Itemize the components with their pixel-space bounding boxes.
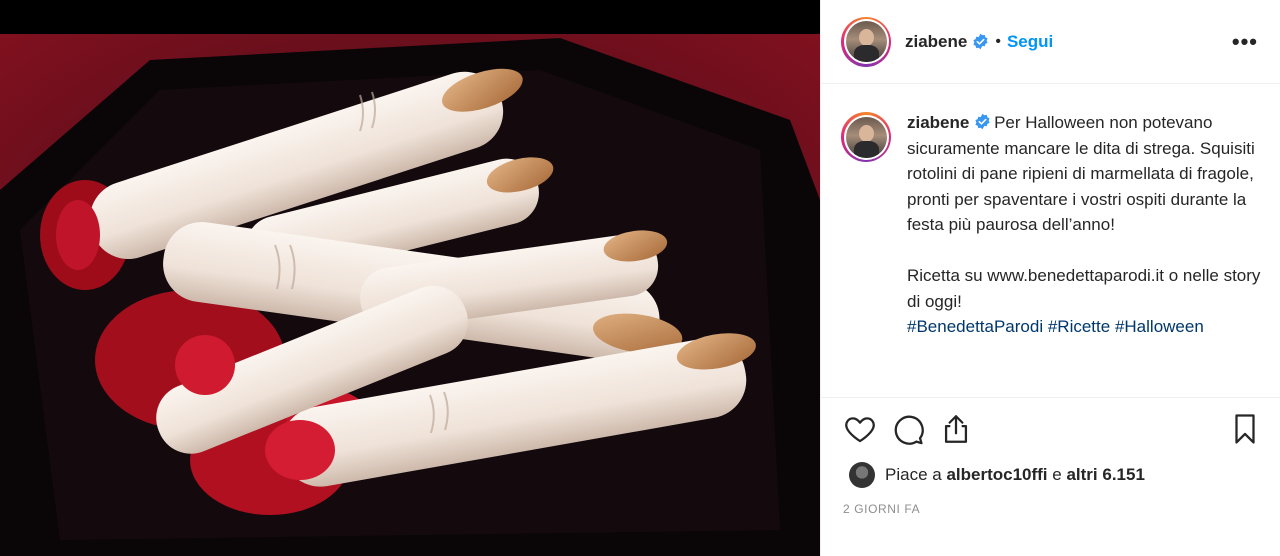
verified-badge-icon bbox=[973, 33, 988, 50]
hashtag-link[interactable]: #Halloween bbox=[1115, 317, 1204, 336]
hashtag-link[interactable]: #BenedettaParodi bbox=[907, 317, 1043, 336]
heart-icon[interactable] bbox=[843, 412, 877, 446]
hashtag-list: #BenedettaParodi #Ricette #Halloween bbox=[907, 317, 1204, 336]
instagram-post: ziabene • Segui ••• ziabene Per Hallowee… bbox=[0, 0, 1280, 556]
likes-summary: Piace a albertoc10ffi e altri 6.151 bbox=[821, 460, 1280, 490]
hashtag-link[interactable]: #Ricette bbox=[1048, 317, 1110, 336]
caption-username-link[interactable]: ziabene bbox=[907, 113, 969, 132]
username-link[interactable]: ziabene bbox=[905, 32, 967, 52]
separator-dot: • bbox=[995, 32, 1001, 50]
post-timestamp[interactable]: 2 GIORNI FA bbox=[821, 490, 1280, 516]
comment-icon[interactable] bbox=[891, 412, 925, 446]
more-options-icon[interactable]: ••• bbox=[1232, 29, 1264, 55]
bookmark-icon[interactable] bbox=[1228, 412, 1262, 446]
liker-username-link[interactable]: albertoc10ffi bbox=[946, 465, 1047, 485]
liker-avatar[interactable] bbox=[849, 462, 875, 488]
profile-avatar[interactable] bbox=[841, 16, 891, 67]
action-bar bbox=[821, 398, 1280, 460]
caption-section: ziabene Per Halloween non potevano sicur… bbox=[821, 84, 1280, 398]
post-sidebar: ziabene • Segui ••• ziabene Per Hallowee… bbox=[820, 0, 1280, 556]
caption-avatar[interactable] bbox=[841, 112, 891, 162]
likes-middle: e bbox=[1052, 465, 1062, 484]
follow-button[interactable]: Segui bbox=[1007, 32, 1053, 52]
likes-prefix: Piace a bbox=[885, 465, 942, 484]
post-header: ziabene • Segui ••• bbox=[821, 0, 1280, 84]
share-icon[interactable] bbox=[939, 412, 973, 446]
avatar-photo bbox=[845, 21, 887, 62]
caption-body: ziabene Per Halloween non potevano sicur… bbox=[907, 110, 1262, 397]
caption-text: Per Halloween non potevano sicuramente m… bbox=[907, 113, 1261, 311]
avatar-photo bbox=[845, 116, 887, 158]
post-photo[interactable] bbox=[0, 0, 820, 556]
witch-fingers-photo bbox=[0, 0, 820, 556]
likes-count-link[interactable]: altri 6.151 bbox=[1066, 465, 1144, 485]
